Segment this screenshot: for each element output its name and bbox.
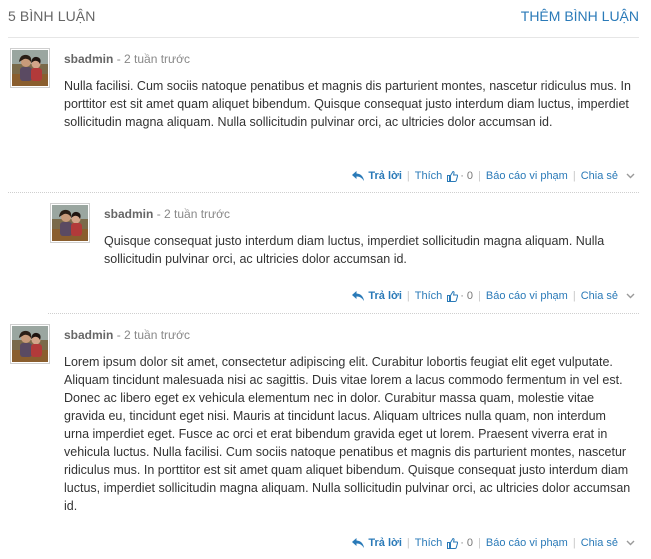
like-separator: · [460, 537, 464, 549]
like-separator: · [460, 290, 464, 302]
avatar-photo [12, 326, 48, 362]
share-label: Chia sẻ [580, 290, 618, 302]
action-separator: | [478, 537, 481, 549]
comments-section: 5 BÌNH LUẬN THÊM BÌNH LUẬN sbadmin - 2 t… [0, 0, 651, 559]
chevron-down-icon [626, 540, 635, 546]
action-separator: | [572, 290, 576, 302]
like-button[interactable]: Thích · 0 [415, 537, 473, 549]
chevron-down-icon [626, 173, 635, 179]
report-button[interactable]: Báo cáo vi phạm [486, 290, 568, 302]
comment-meta: sbadmin - 2 tuần trước [64, 328, 190, 342]
like-count: 0 [466, 170, 474, 182]
reply-label: Trả lời [368, 537, 402, 549]
reply-label: Trả lời [368, 290, 402, 302]
share-label: Chia sẻ [580, 170, 618, 182]
reply-arrow-icon [352, 538, 365, 548]
report-button[interactable]: Báo cáo vi phạm [486, 537, 568, 549]
comment-actions: Trả lời | Thích · 0 | Báo cáo vi phạm | … [352, 290, 635, 302]
reply-button[interactable]: Trả lời [352, 537, 402, 549]
action-separator: | [478, 170, 481, 182]
comment-actions: Trả lời | Thích · 0 | Báo cáo vi phạm | … [352, 170, 635, 182]
share-button[interactable]: Chia sẻ [581, 170, 635, 182]
thumbs-up-icon [447, 537, 459, 549]
action-separator: | [478, 290, 481, 302]
like-count: 0 [466, 290, 474, 302]
comment-meta: sbadmin - 2 tuần trước [104, 207, 230, 221]
share-button[interactable]: Chia sẻ [581, 537, 635, 549]
comments-header: 5 BÌNH LUẬN THÊM BÌNH LUẬN [8, 0, 639, 38]
like-count: 0 [466, 537, 474, 549]
comment-text: Lorem ipsum dolor sit amet, consectetur … [64, 355, 631, 513]
comment-item: sbadmin - 2 tuần trước Nulla facilisi. C… [8, 38, 639, 193]
comment-text: Nulla facilisi. Cum sociis natoque penat… [64, 79, 631, 129]
comment-reply-item: sbadmin - 2 tuần trước Quisque consequat… [48, 193, 639, 314]
action-separator: | [406, 170, 410, 182]
avatar-photo [12, 50, 48, 86]
comment-count: 5 BÌNH LUẬN [8, 8, 96, 24]
avatar[interactable] [50, 203, 90, 243]
comment-meta: sbadmin - 2 tuần trước [64, 52, 190, 66]
like-separator: · [460, 170, 464, 182]
comment-time: - 2 tuần trước [116, 328, 190, 342]
comment-time: - 2 tuần trước [116, 52, 190, 66]
comment-item: sbadmin - 2 tuần trước Lorem ipsum dolor… [8, 314, 639, 559]
thumbs-up-icon [447, 170, 459, 182]
reply-button[interactable]: Trả lời [352, 170, 402, 182]
reply-button[interactable]: Trả lời [352, 290, 402, 302]
report-button[interactable]: Báo cáo vi phạm [486, 170, 568, 182]
comment-author[interactable]: sbadmin [64, 328, 113, 342]
action-separator: | [572, 170, 576, 182]
avatar[interactable] [10, 324, 50, 364]
chevron-down-icon [626, 293, 635, 299]
share-label: Chia sẻ [580, 537, 618, 549]
thumbs-up-icon [447, 290, 459, 302]
reply-arrow-icon [352, 171, 365, 181]
action-separator: | [572, 537, 576, 549]
avatar[interactable] [10, 48, 50, 88]
comment-author[interactable]: sbadmin [64, 52, 113, 66]
avatar-photo [52, 205, 88, 241]
action-separator: | [406, 290, 410, 302]
reply-arrow-icon [352, 291, 365, 301]
like-label: Thích [414, 537, 443, 549]
add-comment-link[interactable]: THÊM BÌNH LUẬN [521, 8, 639, 24]
comment-author[interactable]: sbadmin [104, 207, 153, 221]
like-label: Thích [414, 290, 443, 302]
share-button[interactable]: Chia sẻ [581, 290, 635, 302]
like-label: Thích [414, 170, 443, 182]
comment-text: Quisque consequat justo interdum diam lu… [104, 234, 605, 266]
reply-label: Trả lời [368, 170, 402, 182]
like-button[interactable]: Thích · 0 [415, 290, 473, 302]
comment-actions: Trả lời | Thích · 0 | Báo cáo vi phạm | … [352, 537, 635, 549]
like-button[interactable]: Thích · 0 [415, 170, 473, 182]
comment-time: - 2 tuần trước [156, 207, 230, 221]
action-separator: | [406, 537, 410, 549]
